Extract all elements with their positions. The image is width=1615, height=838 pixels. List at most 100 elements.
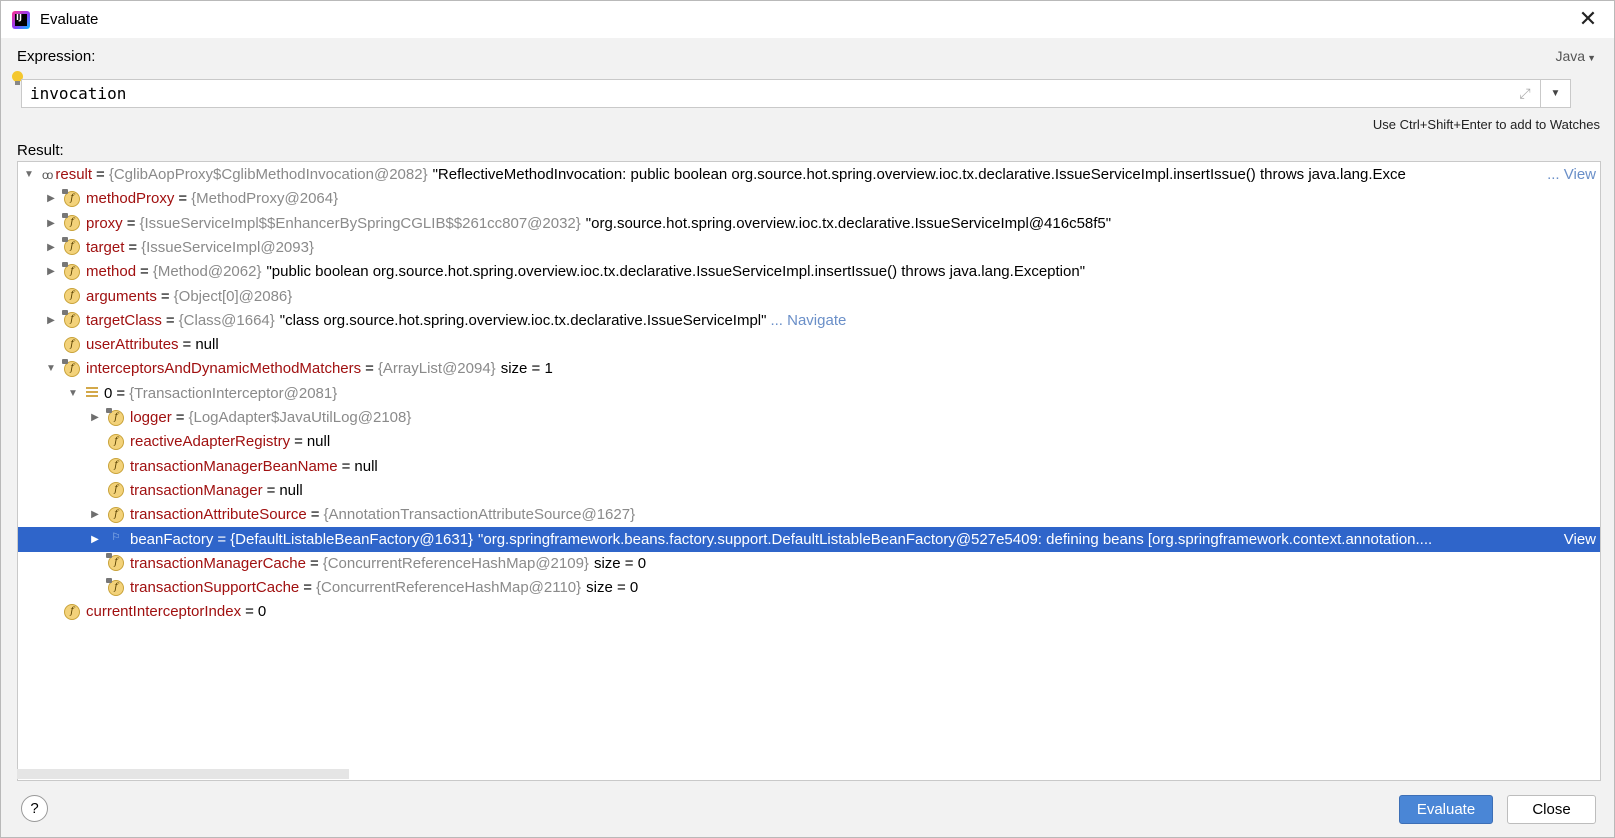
result-label: Result: [17, 142, 64, 159]
tree-row-beanFactory[interactable]: ▶ ⚐ beanFactory = {DefaultListableBeanFactor… [18, 526, 1600, 552]
var-name: userAttributes [86, 336, 179, 354]
expand-arrow-icon[interactable]: ▶ [88, 509, 102, 520]
var-ref: {IssueServiceImpl@2093} [141, 238, 314, 256]
collapse-arrow-icon[interactable]: ▼ [66, 388, 80, 399]
tree-row-methodProxy[interactable]: ▶ f methodProxy = {MethodProxy@2064} [18, 186, 1600, 211]
var-ref: {AnnotationTransactionAttributeSource@16… [323, 506, 636, 524]
var-value: size = 0 [593, 554, 647, 572]
result-tree[interactable]: ▼ oo result = {CglibAopProxy$CglibMethodInvo… [17, 161, 1601, 781]
tree-row-currentInterceptorIndex[interactable]: f currentInterceptorIndex = 0 [18, 599, 1600, 624]
expand-arrow-icon[interactable]: ▶ [44, 242, 58, 253]
var-ref: null [195, 336, 219, 354]
equals-sign: = [175, 409, 185, 426]
field-icon: f [62, 213, 80, 232]
expand-arrow-icon[interactable]: ▶ [44, 266, 58, 277]
var-ref: {TransactionInterceptor@2081} [129, 384, 338, 402]
equals-sign: = [303, 579, 313, 597]
expand-arrow-icon[interactable]: ▶ [44, 218, 58, 229]
field-icon: f [62, 358, 80, 377]
close-icon[interactable]: ✕ [1576, 7, 1600, 31]
var-ref: 0 [257, 603, 267, 621]
expand-arrow-icon[interactable]: ▶ [88, 534, 102, 545]
field-icon: f [108, 506, 124, 523]
var-name: targetClass [86, 311, 162, 329]
window-title: Evaluate [40, 11, 99, 28]
tree-row-result[interactable]: ▼ oo result = {CglibAopProxy$CglibMethodInvo… [18, 162, 1600, 187]
tree-row-logger[interactable]: ▶ f logger = {LogAdapter$JavaUtilLog@2108} [18, 405, 1600, 430]
collapse-arrow-icon[interactable]: ▼ [22, 169, 36, 180]
var-ref: {Object[0]@2086} [173, 287, 293, 305]
equals-sign: = [96, 166, 105, 183]
tree-row-transactionAttributeSource[interactable]: ▶ f transactionAttributeSource = {Annotation… [18, 502, 1600, 527]
var-name: currentInterceptorIndex [86, 603, 242, 621]
expand-icon[interactable]: ⤢ [1510, 85, 1540, 102]
field-icon: f [64, 603, 80, 620]
equals-sign: = [217, 530, 227, 548]
var-name: reactiveAdapterRegistry [130, 433, 291, 451]
tree-row-transactionManager[interactable]: f transactionManager = null [18, 478, 1600, 503]
field-icon: f [106, 407, 124, 426]
field-icon: f [64, 336, 80, 353]
collapse-arrow-icon[interactable]: ▼ [44, 363, 58, 374]
tree-row-reactiveAdapterRegistry[interactable]: f reactiveAdapterRegistry = null [18, 429, 1600, 454]
var-name: transactionManagerCache [130, 554, 306, 572]
language-select[interactable]: Java ▼ [1556, 48, 1597, 64]
tree-row-interceptorsAndDynamicMethodMatchers[interactable]: ▼ f interceptorsAndDynamicMethodMatchers ={… [18, 356, 1600, 381]
equals-sign: = [178, 190, 188, 208]
expression-label: Expression: [17, 48, 96, 65]
watches-hint: Use Ctrl+Shift+Enter to add to Watches [1372, 117, 1600, 132]
var-ref: {IssueServiceImpl$$EnhancerBySpringCGLIB… [139, 214, 581, 232]
close-button[interactable]: Close [1507, 795, 1596, 824]
navigate-link[interactable]: ... Navigate [770, 312, 846, 329]
expression-input[interactable] [22, 80, 1510, 107]
view-link[interactable]: ... View [1545, 166, 1596, 183]
var-ref: {CglibAopProxy$CglibMethodInvocation@208… [108, 166, 428, 183]
var-name: transactionManager [130, 481, 263, 499]
var-name: method [86, 263, 137, 281]
help-button[interactable]: ? [21, 795, 48, 822]
horizontal-scrollbar[interactable] [17, 769, 349, 779]
var-name: target [86, 238, 125, 256]
var-value: "org.springframework.beans.factory.suppo… [478, 530, 1433, 548]
flag-icon: ⚐ [111, 532, 121, 543]
var-value: "ReflectiveMethodInvocation: public bool… [432, 166, 1406, 183]
var-name: transactionSupportCache [130, 579, 300, 597]
expand-arrow-icon[interactable]: ▶ [88, 412, 102, 423]
equals-sign: = [140, 263, 149, 281]
view-link[interactable]: View [1561, 530, 1596, 548]
tree-row-transactionManagerCache[interactable]: f transactionManagerCache = {ConcurrentRefe… [18, 551, 1600, 576]
tree-row-method[interactable]: ▶ f method = {Method@2062} "public boolean or… [18, 259, 1600, 284]
equals-sign: = [310, 506, 320, 524]
list-element-icon [86, 387, 98, 400]
tree-row-arguments[interactable]: f arguments = {Object[0]@2086} [18, 284, 1600, 309]
var-name: beanFactory [130, 530, 214, 548]
var-name: interceptorsAndDynamicMethodMatchers [86, 360, 362, 378]
tree-row-targetClass[interactable]: ▶ f targetClass = {Class@1664} "class org.sou… [18, 308, 1600, 333]
expand-arrow-icon[interactable]: ▶ [44, 193, 58, 204]
field-icon: f [62, 261, 80, 280]
var-ref: null [279, 481, 303, 499]
tree-row-transactionManagerBeanName[interactable]: f transactionManagerBeanName = null [18, 454, 1600, 479]
tree-row-0[interactable]: ▼ 0 = {TransactionInterceptor@2081} [18, 381, 1600, 406]
history-dropdown-button[interactable]: ▼ [1540, 80, 1570, 107]
equals-sign: = [165, 311, 175, 329]
expression-box: ⤢ ▼ [21, 79, 1571, 108]
evaluate-button[interactable]: Evaluate [1399, 795, 1493, 824]
equals-sign: = [341, 457, 351, 475]
equals-sign: = [245, 603, 254, 621]
var-name: proxy [86, 214, 123, 232]
tree-row-proxy[interactable]: ▶ f proxy = {IssueServiceImpl$$EnhancerBySpr… [18, 211, 1600, 236]
var-ref: {ConcurrentReferenceHashMap@2109} [322, 554, 589, 572]
tree-row-userAttributes[interactable]: f userAttributes = null [18, 332, 1600, 357]
intellij-logo-icon: IJ [12, 10, 30, 29]
var-name: result [55, 166, 93, 183]
tree-row-target[interactable]: ▶ f target = {IssueServiceImpl@2093} [18, 235, 1600, 260]
watch-glasses-icon: oo [42, 167, 53, 182]
expand-arrow-icon[interactable]: ▶ [44, 315, 58, 326]
var-ref: {LogAdapter$JavaUtilLog@2108} [188, 409, 412, 426]
var-value: "class org.source.hot.spring.overview.io… [279, 311, 767, 329]
language-value: Java [1555, 48, 1586, 64]
equals-sign: = [266, 481, 276, 499]
tree-row-transactionSupportCache[interactable]: f transactionSupportCache = {ConcurrentRefe… [18, 575, 1600, 600]
field-icon: f [106, 553, 124, 572]
